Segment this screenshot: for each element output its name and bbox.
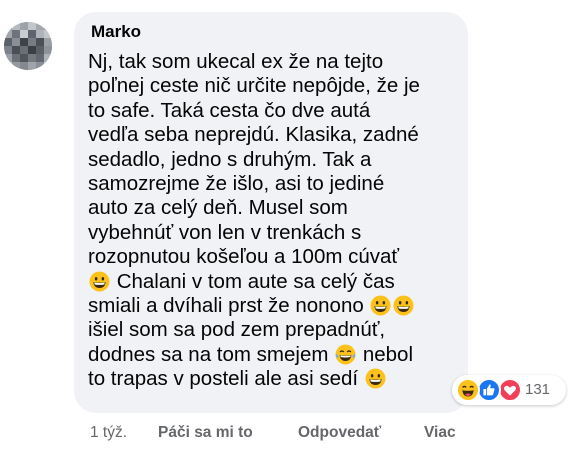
comment-line: samozrejme že išlo, asi to jediné <box>88 172 385 196</box>
grinning-face-emoji <box>89 271 110 292</box>
more-link[interactable]: Viac <box>424 424 456 442</box>
comment-line: Nj, tak som ukecal ex že na tejto <box>88 50 384 73</box>
comment-line-text: dodnes sa na tom smejem <box>88 342 329 366</box>
like-reaction-icon <box>477 378 501 402</box>
comment-line: Chalani v tom aute sa celý čas <box>88 270 460 294</box>
comment-line: vybehnúť von len v trenkách s <box>88 220 362 244</box>
grinning-face-emoji <box>370 295 391 316</box>
comment-line: rozopnutou košeľou a 100m cúvať <box>88 245 400 269</box>
reactions-summary[interactable]: 131 <box>452 375 566 405</box>
comment-line: to safe. Taká cesta čo dve autá <box>88 98 371 122</box>
love-reaction-icon <box>498 378 522 402</box>
haha-reaction-icon <box>456 378 480 402</box>
comment-line: smiali a dvíhali prst že nonono <box>88 294 460 318</box>
comment-line: vedľa seba neprejdú. Klasika, zadné <box>88 123 419 147</box>
avatar[interactable] <box>4 22 52 70</box>
comment-line: dodnes sa na tom smejem nebol <box>88 343 460 367</box>
comment-line-text: smiali a dvíhali prst že nonono <box>88 294 364 318</box>
comment-line-text: nebol <box>362 342 414 366</box>
comment-line: poľnej ceste nič určite nepôjde, že je <box>88 74 420 98</box>
comment-line: išiel som sa pod zem prepadnúť, <box>88 318 386 342</box>
comment-author[interactable]: Marko <box>91 22 141 42</box>
tears-of-joy-emoji <box>335 344 356 365</box>
grinning-face-emoji <box>365 368 386 389</box>
comment-line: to trapas v posteli ale asi sedí <box>88 367 460 391</box>
comment-timestamp[interactable]: 1 týž. <box>90 424 127 442</box>
comment-bubble: Marko Nj, tak som ukecal ex že na tejto … <box>74 12 468 413</box>
grinning-face-emoji <box>393 295 414 316</box>
comment-line: auto za celý deň. Musel som <box>88 196 348 220</box>
reaction-count: 131 <box>525 381 551 398</box>
like-link[interactable]: Páči sa mi to <box>158 424 253 442</box>
comment-line-text: Chalani v tom aute sa celý čas <box>116 269 395 293</box>
comment-text: Nj, tak som ukecal ex že na tejto poľnej… <box>88 50 460 392</box>
reply-link[interactable]: Odpovedať <box>298 424 381 442</box>
comment-line-text: to trapas v posteli ale asi sedí <box>88 367 359 391</box>
comment-line: sedadlo, jedno s druhým. Tak a <box>88 147 372 171</box>
